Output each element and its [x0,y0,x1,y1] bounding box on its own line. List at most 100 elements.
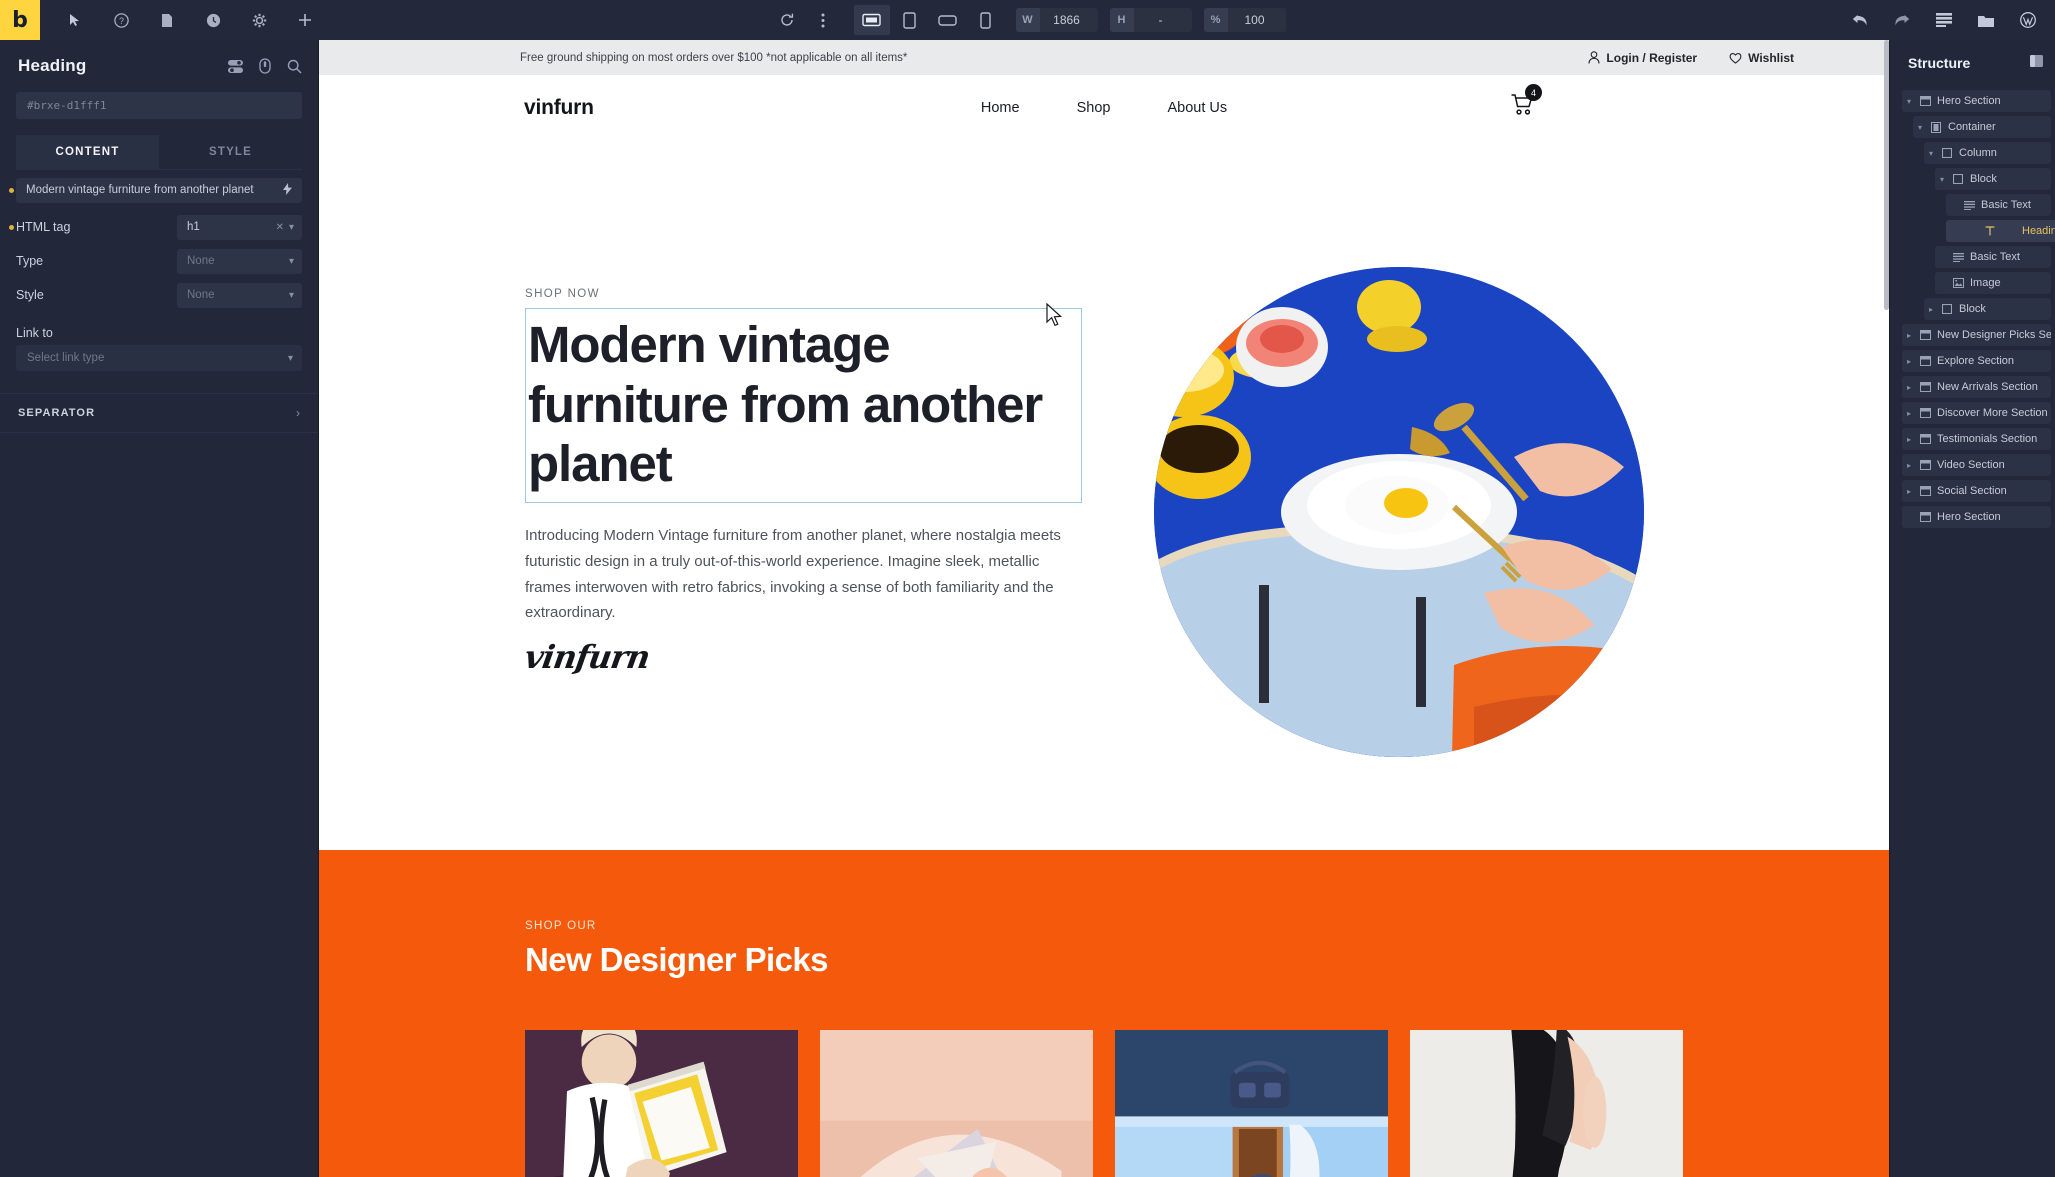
structure-node-video-section[interactable]: ▸ Video Section [1902,454,2051,476]
chevron-down-icon[interactable]: ▾ [288,353,293,364]
login-register-link[interactable]: Login / Register [1588,51,1697,65]
app-logo-button[interactable]: b [0,0,40,40]
nav-link-home[interactable]: Home [981,100,1020,116]
element-settings-icon[interactable] [228,59,243,74]
text-icon [1949,252,1967,262]
structure-node-column[interactable]: ▾ Column [1924,142,2051,164]
chevron-right-icon[interactable]: ▸ [1902,487,1916,496]
column-icon [1938,148,1956,158]
help-icon[interactable]: ? [104,0,138,40]
nav-link-shop[interactable]: Shop [1077,100,1111,116]
hero-image[interactable] [1154,267,1644,757]
structure-node-social-section[interactable]: ▸ Social Section [1902,480,2051,502]
heading-text-value: Modern vintage furniture from another pl… [26,184,254,196]
pick-card-3[interactable] [1115,1030,1388,1177]
wishlist-link[interactable]: Wishlist [1729,51,1794,65]
picks-title: New Designer Picks [525,941,828,978]
structure-node-image[interactable]: Image [1935,272,2051,294]
cursor-select-icon[interactable] [58,0,92,40]
device-tablet-landscape-button[interactable] [930,5,966,35]
refresh-icon[interactable] [770,0,804,40]
structure-tree: ▾ Hero Section ▾ Container ▾ Column ▾ Block Basi… [1890,72,2055,528]
search-icon[interactable] [287,59,302,74]
chevron-right-icon[interactable]: ▸ [1902,357,1916,366]
structure-node-explore-section[interactable]: ▸ Explore Section [1902,350,2051,372]
structure-node-testimonials-section[interactable]: ▸ Testimonials Section [1902,428,2051,450]
hero-heading[interactable]: Modern vintage furniture from another pl… [525,308,1082,503]
more-vertical-icon[interactable] [806,0,840,40]
section-icon [1916,330,1934,340]
canvas-zoom-field[interactable]: % 100 [1203,8,1286,32]
interactions-icon[interactable] [259,58,271,74]
gear-icon[interactable] [242,0,276,40]
structure-node-basic-text[interactable]: Basic Text [1946,194,2051,216]
device-desktop-button[interactable] [853,5,890,35]
pick-card-1[interactable] [525,1030,798,1177]
structure-node-basic-text[interactable]: Basic Text [1935,246,2051,268]
structure-panel-icon[interactable] [1927,0,1961,40]
height-label: H [1109,8,1134,32]
chevron-right-icon[interactable]: ▸ [1902,331,1916,340]
wordpress-icon[interactable] [2011,0,2045,40]
chevron-down-icon[interactable]: ▾ [289,256,294,267]
undo-icon[interactable] [1843,0,1877,40]
lightning-icon[interactable] [283,182,292,198]
chevron-right-icon[interactable]: ▸ [1924,305,1938,314]
templates-folder-icon[interactable] [1969,0,2003,40]
type-select[interactable]: None ▾ [177,248,302,274]
width-value[interactable]: 1866 [1040,13,1098,27]
structure-node-hero-section[interactable]: ▾ Hero Section [1902,90,2051,112]
zoom-label: % [1203,8,1228,32]
chevron-right-icon[interactable]: ▸ [1902,435,1916,444]
zoom-value[interactable]: 100 [1228,13,1286,27]
structure-panel: Structure ▾ Hero Section ▾ Container ▾ Column… [1889,40,2055,1177]
structure-node-heading[interactable]: Heading [1946,220,2055,242]
nav-link-about[interactable]: About Us [1167,100,1227,116]
chevron-down-icon[interactable]: ▾ [289,222,294,233]
history-clock-icon[interactable] [196,0,230,40]
block-icon [1949,174,1967,184]
heading-text-input[interactable]: Modern vintage furniture from another pl… [16,177,302,203]
redo-icon[interactable] [1885,0,1919,40]
structure-node-container[interactable]: ▾ Container [1913,116,2051,138]
pick-card-2[interactable] [820,1030,1093,1177]
link-type-select[interactable]: Select link type ▾ [16,345,302,371]
structure-node-block[interactable]: ▾ Block [1935,168,2051,190]
html-tag-select[interactable]: h1 ✕ ▾ [177,214,302,240]
width-label: W [1015,8,1040,32]
clear-icon[interactable]: ✕ [276,222,284,233]
structure-node-new-designer-picks-sec[interactable]: ▸ New Designer Picks Sec [1902,324,2051,346]
device-mobile-button[interactable] [968,5,1004,35]
element-id-field[interactable]: #brxe-d1fff1 [16,92,302,119]
structure-node-new-arrivals-section[interactable]: ▸ New Arrivals Section [1902,376,2051,398]
chevron-right-icon[interactable]: ▸ [1902,461,1916,470]
structure-node-hero-section[interactable]: Hero Section [1902,506,2051,528]
chevron-right-icon[interactable]: ▸ [1902,409,1916,418]
height-value[interactable]: - [1134,13,1192,27]
chevron-down-icon[interactable]: ▾ [1924,149,1938,158]
canvas-height-field[interactable]: H - [1109,8,1192,32]
pick-card-4[interactable] [1410,1030,1683,1177]
page-canvas[interactable]: Free ground shipping on most orders over… [319,40,1889,1177]
section-icon [1916,408,1934,418]
device-tablet-portrait-button[interactable] [892,5,928,35]
add-element-icon[interactable] [288,0,322,40]
chevron-down-icon[interactable]: ▾ [1913,123,1927,132]
structure-node-label: Image [1970,277,2001,289]
chevron-down-icon[interactable]: ▾ [1902,97,1916,106]
tab-content[interactable]: CONTENT [16,135,159,169]
separator-accordion[interactable]: SEPARATOR › [0,393,318,433]
chevron-down-icon[interactable]: ▾ [289,290,294,301]
hero-photo-illustration [1154,267,1644,757]
chevron-right-icon[interactable]: ▸ [1902,383,1916,392]
structure-node-discover-more-section[interactable]: ▸ Discover More Section [1902,402,2051,424]
cart-button[interactable]: 4 [1510,84,1542,122]
tab-style[interactable]: STYLE [159,135,302,169]
chevron-down-icon[interactable]: ▾ [1935,175,1949,184]
structure-node-block[interactable]: ▸ Block [1924,298,2051,320]
pages-icon[interactable] [150,0,184,40]
panel-toggle-icon[interactable] [2030,54,2043,72]
canvas-width-field[interactable]: W 1866 [1015,8,1098,32]
site-logo[interactable]: vinfurn [524,96,594,120]
style-select[interactable]: None ▾ [177,282,302,308]
